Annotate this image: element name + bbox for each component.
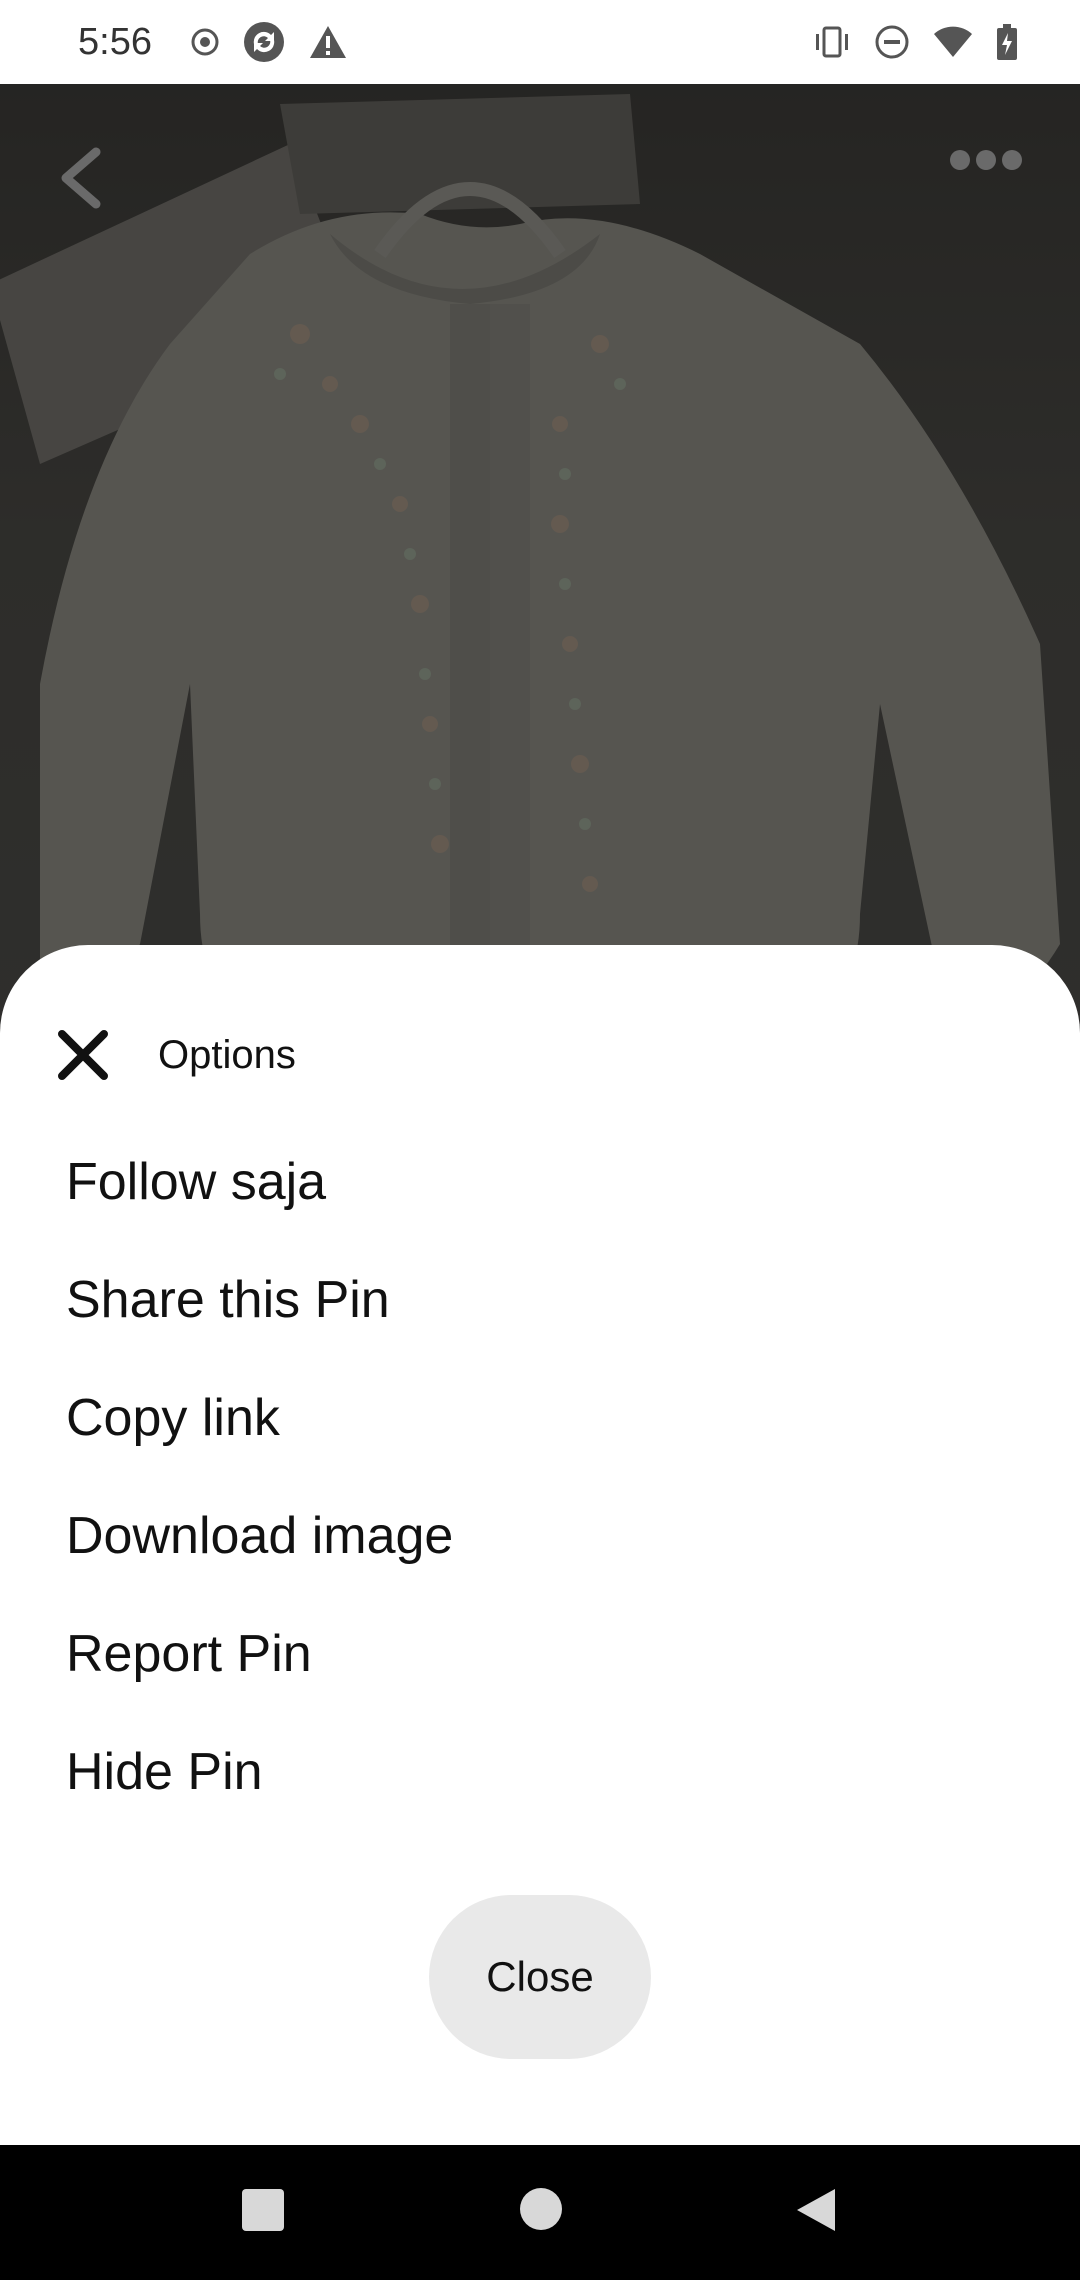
record-icon [190,27,220,57]
more-dots-icon[interactable] [948,146,1024,174]
menu-item-copy-link[interactable]: Copy link [66,1359,453,1477]
menu-item-download-image[interactable]: Download image [66,1477,453,1595]
status-right [790,24,1018,60]
close-icon[interactable] [52,1024,114,1086]
sheet-title: Options [158,1032,296,1077]
status-bar: 5:56 [0,0,1080,84]
battery-charging-icon [996,24,1018,60]
status-time: 5:56 [78,20,152,63]
home-icon[interactable] [520,2188,562,2230]
system-nav-bar [0,2145,1080,2280]
screen: 5:56 Options Follow saja Share this Pin … [0,0,1080,2280]
menu-item-hide[interactable]: Hide Pin [66,1713,453,1831]
close-button[interactable]: Close [429,1895,651,2059]
status-left: 5:56 [78,20,370,64]
options-sheet: Options Follow saja Share this Pin Copy … [0,945,1080,2145]
dnd-icon [874,24,910,60]
wifi-icon [932,25,974,59]
warning-icon [308,24,348,60]
recents-icon[interactable] [242,2189,284,2231]
sync-icon [242,20,286,64]
options-menu: Follow saja Share this Pin Copy link Dow… [66,1123,453,1831]
menu-item-follow[interactable]: Follow saja [66,1123,453,1241]
back-icon[interactable] [795,2187,837,2233]
menu-item-report[interactable]: Report Pin [66,1595,453,1713]
chevron-left-icon[interactable] [52,146,108,210]
menu-item-share[interactable]: Share this Pin [66,1241,453,1359]
sheet-header: Options [0,1005,1080,1105]
vibrate-icon [812,25,852,59]
